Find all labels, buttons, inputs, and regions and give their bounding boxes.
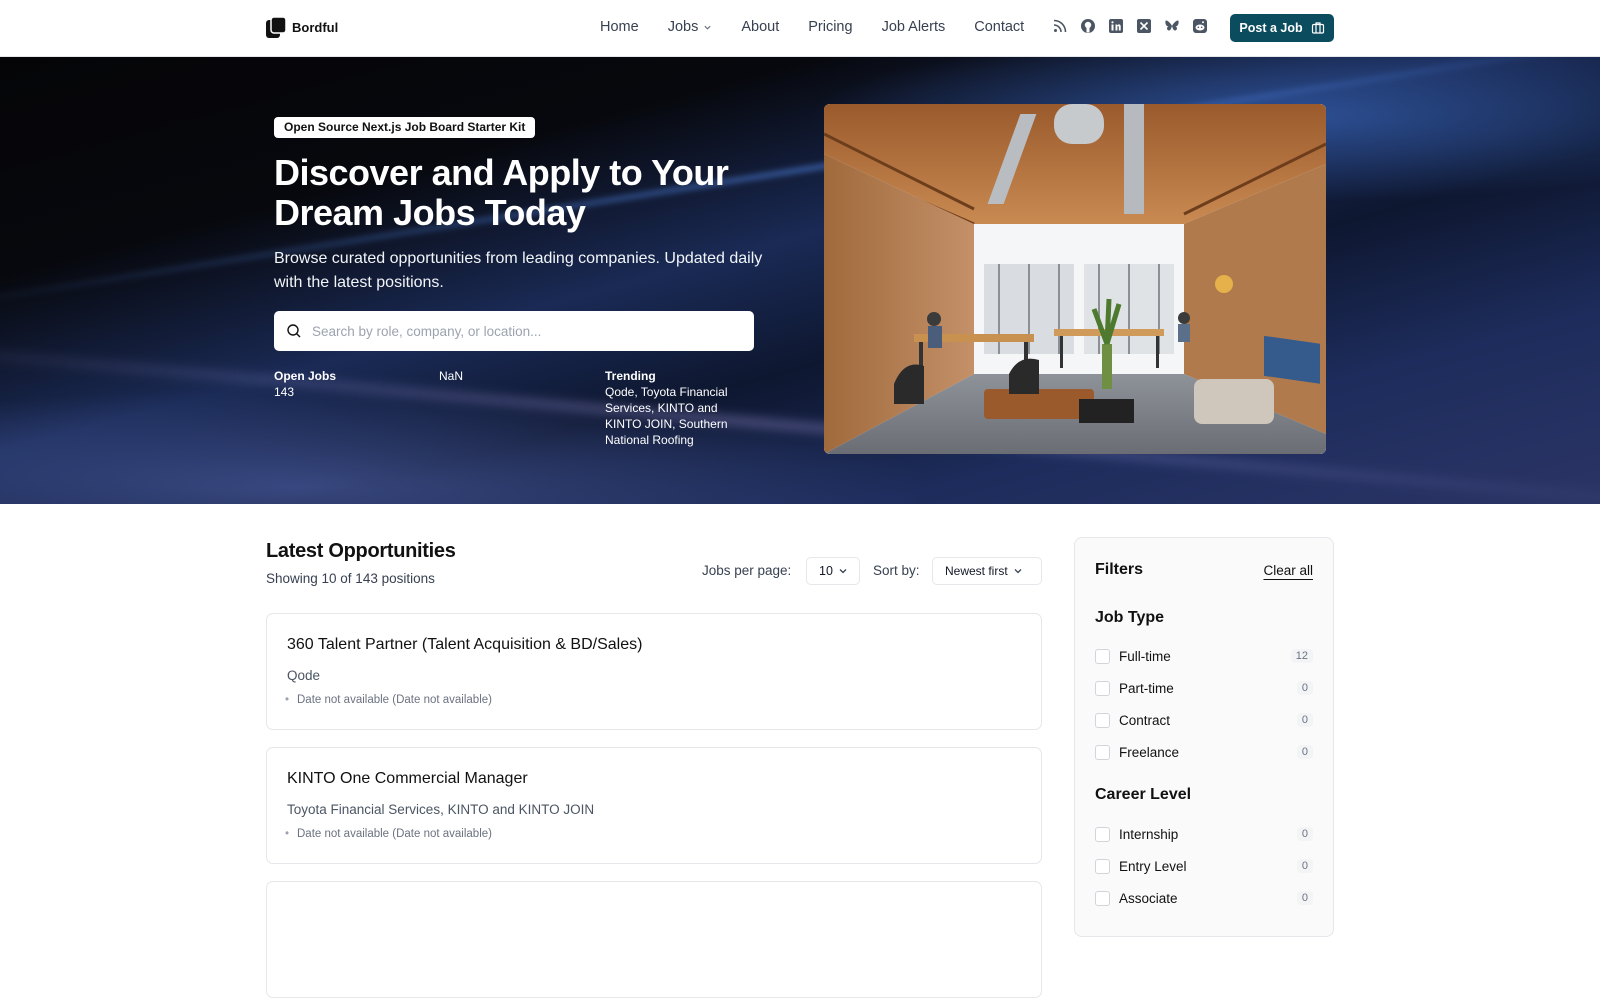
stat-open-jobs-value: 143: [274, 385, 295, 399]
filter-count: 0: [1296, 681, 1313, 695]
filter-label: Associate: [1119, 890, 1178, 906]
office-image: [824, 104, 1326, 454]
filter-count: 0: [1296, 827, 1313, 841]
showing-count: Showing 10 of 143 positions: [266, 571, 435, 586]
checkbox[interactable]: [1095, 826, 1110, 842]
filter-entry-level[interactable]: Entry Level 0: [1095, 856, 1313, 876]
hero-search-box[interactable]: [274, 311, 754, 351]
hero-section: Open Source Next.js Job Board Starter Ki…: [0, 57, 1600, 504]
filter-contract[interactable]: Contract 0: [1095, 710, 1313, 730]
search-input[interactable]: [312, 323, 732, 339]
social-links: [1052, 18, 1208, 34]
hero-title: Discover and Apply to Your Dream Jobs To…: [274, 152, 729, 233]
filters-title: Filters: [1095, 561, 1144, 578]
search-icon: [287, 324, 301, 338]
bluesky-icon[interactable]: [1164, 18, 1180, 34]
clear-all-link[interactable]: Clear all: [1263, 563, 1313, 578]
post-job-button[interactable]: Post a Job: [1230, 14, 1334, 42]
rss-icon[interactable]: [1052, 18, 1068, 34]
filter-count: 12: [1290, 649, 1313, 663]
nav-contact[interactable]: Contact: [974, 19, 1024, 35]
hero-subtitle: Browse curated opportunities from leadin…: [274, 250, 763, 291]
career-level-heading: Career Level: [1095, 786, 1192, 803]
briefcase-icon: [1311, 22, 1324, 34]
per-page-label: Jobs per page:: [702, 563, 792, 578]
github-icon[interactable]: [1080, 18, 1096, 34]
latest-opportunities-title: Latest Opportunities: [266, 540, 456, 562]
job-title[interactable]: 360 Talent Partner (Talent Acquisition &…: [287, 636, 642, 654]
checkbox[interactable]: [1095, 648, 1110, 664]
job-date: Date not available (Date not available): [285, 694, 492, 706]
filter-part-time[interactable]: Part-time 0: [1095, 678, 1313, 698]
checkbox[interactable]: [1095, 890, 1110, 906]
filter-count: 0: [1296, 745, 1313, 759]
stat-open-jobs-label: Open Jobs: [274, 369, 337, 383]
nav-jobs[interactable]: Jobs: [668, 19, 713, 35]
checkbox[interactable]: [1095, 680, 1110, 696]
chevron-down-icon: [704, 25, 711, 30]
nav-jobs-label: Jobs: [667, 19, 699, 35]
job-title[interactable]: KINTO One Commercial Manager: [287, 770, 528, 788]
sort-select[interactable]: Newest first: [932, 557, 1042, 585]
hero-light-streak: [0, 57, 1600, 314]
stat-trending: Trending Qode, Toyota Financial Services…: [605, 368, 745, 448]
stat-nan-value: NaN: [439, 369, 464, 383]
logo[interactable]: Bordful: [266, 16, 339, 38]
job-company: Qode: [287, 668, 321, 683]
x-icon[interactable]: [1136, 18, 1152, 34]
filter-associate[interactable]: Associate 0: [1095, 888, 1313, 908]
filters-panel: Filters Clear all Job Type Full-time 12 …: [1074, 537, 1334, 937]
job-company: Toyota Financial Services, KINTO and KIN…: [287, 802, 595, 817]
filter-count: 0: [1296, 891, 1313, 905]
post-job-label: Post a Job: [1239, 21, 1303, 35]
chevron-down-icon: [1014, 569, 1022, 574]
nav-pricing[interactable]: Pricing: [808, 19, 852, 35]
filter-label: Part-time: [1119, 680, 1174, 696]
filter-label: Internship: [1119, 826, 1179, 842]
linkedin-icon[interactable]: [1108, 18, 1124, 34]
sort-value: Newest first: [945, 564, 1008, 578]
chevron-down-icon: [839, 569, 847, 574]
stat-nan: NaN: [439, 368, 463, 384]
filter-count: 0: [1296, 859, 1313, 873]
logo-icon: [266, 16, 287, 38]
checkbox[interactable]: [1095, 744, 1110, 760]
job-card[interactable]: 360 Talent Partner (Talent Acquisition &…: [266, 613, 1042, 730]
checkbox[interactable]: [1095, 858, 1110, 874]
filter-label: Contract: [1119, 712, 1171, 728]
site-header: Bordful Home Jobs About Pricing Job Aler…: [0, 0, 1600, 57]
filter-label: Freelance: [1119, 744, 1180, 760]
hero-light-streak: [0, 334, 1600, 504]
filter-freelance[interactable]: Freelance 0: [1095, 742, 1313, 762]
nav-about[interactable]: About: [741, 19, 779, 35]
filter-count: 0: [1296, 713, 1313, 727]
per-page-select[interactable]: 10: [806, 557, 860, 585]
hero-badge: Open Source Next.js Job Board Starter Ki…: [274, 117, 536, 138]
stat-open-jobs: Open Jobs 143: [274, 368, 336, 400]
nav-home[interactable]: Home: [600, 19, 639, 35]
filter-label: Entry Level: [1119, 858, 1187, 874]
main-nav: Home Jobs About Pricing Job Alerts Conta…: [600, 19, 1024, 35]
checkbox[interactable]: [1095, 712, 1110, 728]
nav-job-alerts[interactable]: Job Alerts: [882, 19, 946, 35]
stat-trending-label: Trending: [605, 369, 656, 383]
filter-label: Full-time: [1119, 648, 1171, 664]
per-page-value: 10: [819, 564, 833, 578]
logo-text: Bordful: [292, 20, 339, 35]
stat-trending-value: Qode, Toyota Financial Services, KINTO a…: [605, 385, 728, 447]
job-card[interactable]: KINTO One Commercial Manager Toyota Fina…: [266, 747, 1042, 864]
sort-label: Sort by:: [873, 563, 920, 578]
job-card[interactable]: [266, 881, 1042, 998]
filter-full-time[interactable]: Full-time 12: [1095, 646, 1313, 666]
job-date: Date not available (Date not available): [285, 828, 492, 840]
job-type-heading: Job Type: [1095, 609, 1165, 626]
filter-internship[interactable]: Internship 0: [1095, 824, 1313, 844]
reddit-icon[interactable]: [1192, 18, 1208, 34]
